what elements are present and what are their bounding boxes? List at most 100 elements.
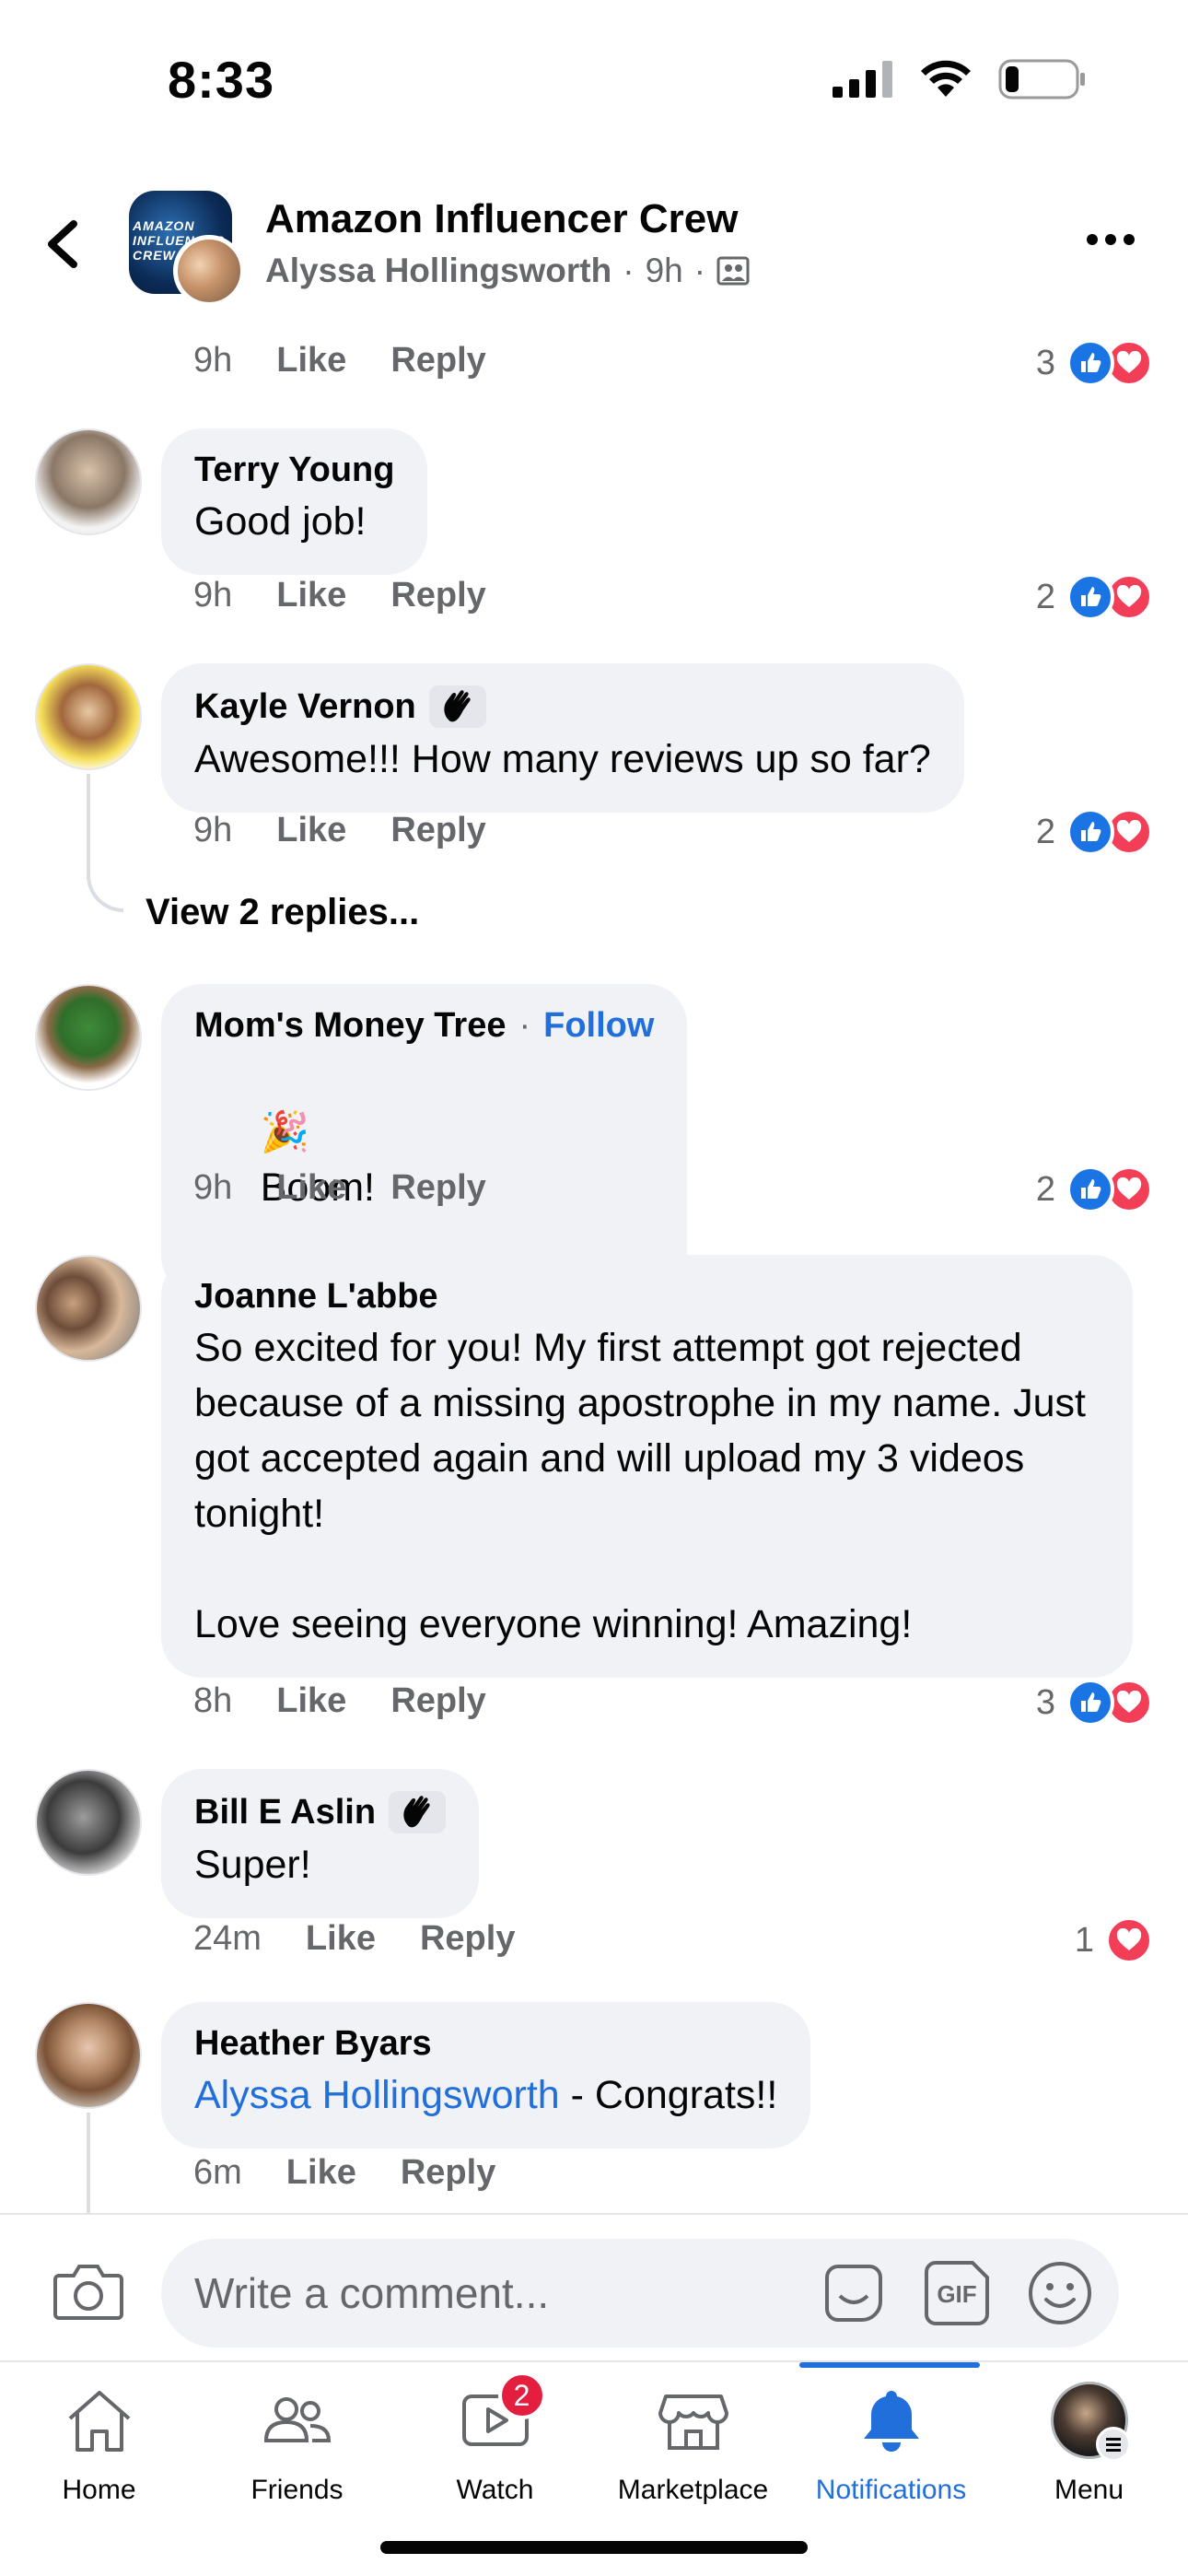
tab-marketplace[interactable]: Marketplace <box>594 2379 792 2517</box>
bottom-tab-bar: Home Friends 2 Watch Marketplace Notific… <box>0 2360 1188 2576</box>
chevron-left-icon <box>48 220 77 268</box>
view-replies-link[interactable]: View 2 replies... <box>146 892 419 933</box>
reaction-count: 2 <box>1035 577 1055 616</box>
comment-text: - Congrats!! <box>559 2073 778 2117</box>
reaction-summary[interactable]: 2 <box>1036 1165 1153 1213</box>
comment-text: Good job! <box>194 499 367 544</box>
home-icon <box>68 2391 130 2452</box>
reply-button[interactable]: Reply <box>390 576 485 615</box>
reaction-count: 1 <box>1074 1920 1094 1960</box>
avatar[interactable] <box>35 2002 142 2109</box>
like-button[interactable]: Like <box>276 811 346 850</box>
like-button[interactable]: Like <box>286 2153 356 2193</box>
like-button[interactable]: Like <box>276 1681 346 1721</box>
status-icons <box>833 59 1087 100</box>
emoji-icon <box>1029 2262 1091 2324</box>
like-button[interactable]: Like <box>276 1168 346 1208</box>
reply-button[interactable]: Reply <box>401 2153 495 2193</box>
comment-time: 6m <box>193 2153 242 2192</box>
commenter-name[interactable]: Terry Young <box>194 451 394 490</box>
separator: · <box>623 252 635 289</box>
comment-actions: 9h Like Reply <box>193 341 486 381</box>
reaction-summary[interactable]: 2 <box>1036 808 1153 856</box>
composer-actions: GIF <box>820 2259 1094 2327</box>
author-avatar[interactable] <box>173 235 245 307</box>
group-name[interactable]: Amazon Influencer Crew <box>265 196 738 242</box>
tab-label: Home <box>62 2475 136 2505</box>
tab-watch[interactable]: 2 Watch <box>396 2371 594 2517</box>
wave-badge-icon <box>428 685 486 728</box>
commenter-name[interactable]: Bill E Aslin <box>194 1793 376 1832</box>
tab-home[interactable]: Home <box>0 2379 198 2517</box>
group-privacy-icon <box>716 256 750 286</box>
reaction-summary[interactable]: 2 <box>1036 573 1153 621</box>
comment-bubble[interactable]: Terry Young Good job! <box>161 428 428 575</box>
reaction-summary[interactable]: 3 <box>1036 339 1153 387</box>
camera-icon <box>53 2265 123 2320</box>
reaction-count: 2 <box>1035 1169 1055 1209</box>
reply-button[interactable]: Reply <box>390 1681 485 1721</box>
thread-line <box>87 2113 90 2214</box>
battery-icon <box>998 59 1085 100</box>
comment-actions: 8h Like Reply <box>193 1681 486 1721</box>
comment-text: Awesome!!! How many reviews up so far? <box>194 737 931 781</box>
post-subtitle: Alyssa Hollingsworth · 9h · <box>265 252 750 290</box>
mention-link[interactable]: Alyssa Hollingsworth <box>194 2073 560 2117</box>
bell-icon <box>863 2391 919 2452</box>
like-button[interactable]: Like <box>306 1919 376 1959</box>
camera-button[interactable] <box>53 2261 123 2322</box>
commenter-name[interactable]: Heather Byars <box>194 2024 777 2064</box>
avatar-sticker-button[interactable] <box>820 2259 888 2327</box>
more-options-button[interactable] <box>1087 226 1142 253</box>
post-time: 9h <box>645 252 683 289</box>
like-button[interactable]: Like <box>276 576 346 615</box>
comment-text: So excited for you! My first attempt got… <box>194 1326 1087 1646</box>
avatar[interactable] <box>35 663 142 770</box>
commenter-name[interactable]: Kayle Vernon <box>194 687 416 727</box>
avatar[interactable] <box>35 984 142 1091</box>
love-reaction-icon <box>1105 1916 1153 1964</box>
commenter-name-row: Mom's Money Tree · Follow <box>194 1006 654 1046</box>
comment-bubble[interactable]: Bill E Aslin Super! <box>161 1769 480 1918</box>
comment-bubble[interactable]: Mom's Money Tree · Follow 🎉 Boom! <box>161 984 688 1296</box>
avatar[interactable] <box>35 1769 142 1876</box>
reaction-summary[interactable]: 1 <box>1075 1916 1153 1964</box>
comment-time: 24m <box>193 1919 262 1958</box>
like-button[interactable]: Like <box>276 341 346 381</box>
like-reaction-icon <box>1066 1679 1114 1727</box>
commenter-name[interactable]: Mom's Money Tree <box>194 1006 506 1046</box>
commenter-name[interactable]: Joanne L'abbe <box>194 1277 1100 1317</box>
commenter-name-row: Bill E Aslin <box>194 1791 447 1833</box>
tab-friends[interactable]: Friends <box>198 2379 396 2517</box>
home-indicator[interactable] <box>380 2541 808 2554</box>
dot-icon <box>1124 234 1135 245</box>
tab-menu[interactable]: Menu <box>990 2379 1188 2517</box>
reply-button[interactable]: Reply <box>390 811 485 850</box>
comment-bubble[interactable]: Kayle Vernon Awesome!!! How many reviews… <box>161 663 964 813</box>
comment-bubble[interactable]: Heather Byars Alyssa Hollingsworth - Con… <box>161 2002 811 2149</box>
avatar[interactable] <box>35 1255 142 1362</box>
sticker-icon <box>825 2265 882 2322</box>
signal-icon <box>833 61 892 98</box>
back-button[interactable] <box>37 207 92 281</box>
reply-button[interactable]: Reply <box>420 1919 515 1959</box>
reply-button[interactable]: Reply <box>390 341 485 381</box>
emoji-button[interactable] <box>1026 2259 1094 2327</box>
commenter-name-row: Kayle Vernon <box>194 685 931 728</box>
tab-notifications[interactable]: Notifications <box>792 2379 990 2517</box>
comment-bubble[interactable]: Joanne L'abbe So excited for you! My fir… <box>161 1255 1133 1678</box>
comment-text-row: 🎉 Boom! <box>194 1049 654 1270</box>
active-tab-indicator <box>799 2362 980 2368</box>
avatar[interactable] <box>35 428 142 535</box>
comment-text: Super! <box>194 1843 311 1887</box>
gif-label: GIF <box>937 2279 977 2308</box>
reply-button[interactable]: Reply <box>390 1168 485 1208</box>
follow-button[interactable]: Follow <box>543 1006 654 1046</box>
separator: · <box>693 252 706 289</box>
tab-label: Notifications <box>815 2475 967 2505</box>
tab-label: Menu <box>1054 2475 1124 2505</box>
like-reaction-icon <box>1066 808 1114 856</box>
gif-button[interactable]: GIF <box>923 2259 991 2327</box>
reaction-summary[interactable]: 3 <box>1036 1679 1153 1727</box>
author-name[interactable]: Alyssa Hollingsworth <box>265 252 611 290</box>
